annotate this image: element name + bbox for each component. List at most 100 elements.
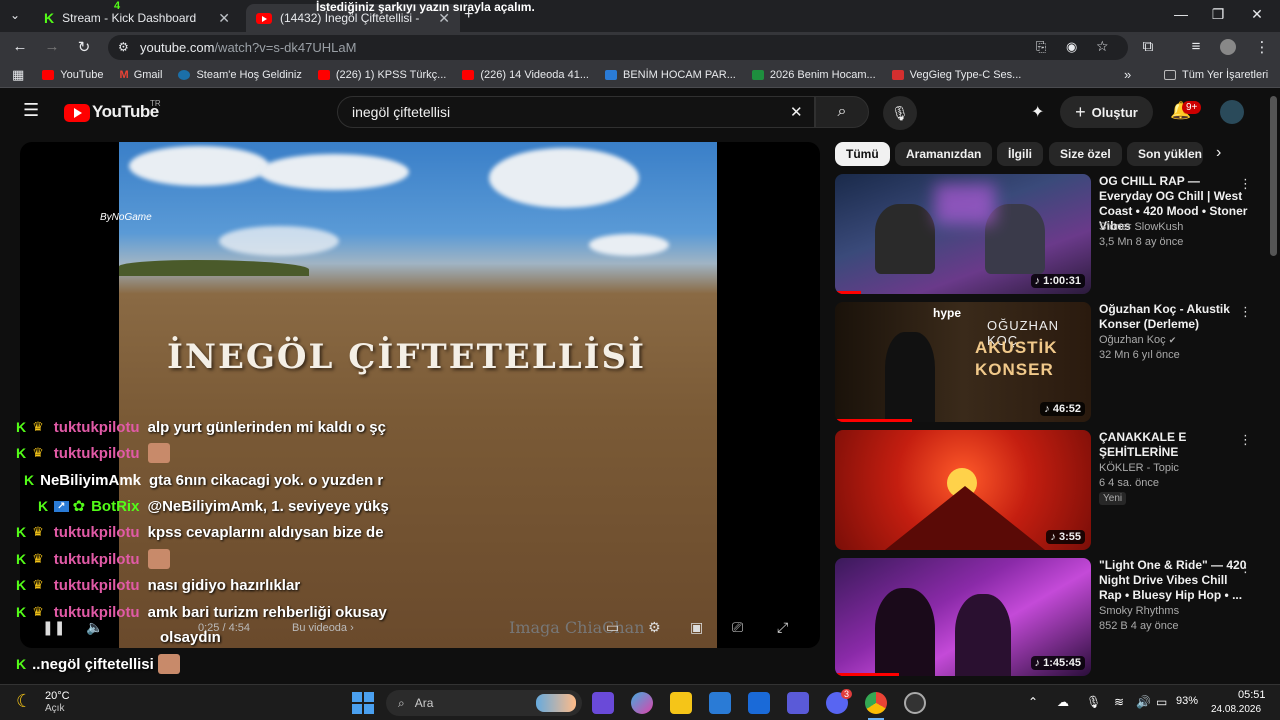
- fullscreen-icon[interactable]: ⤢: [777, 619, 788, 636]
- chip-all[interactable]: Tümü: [835, 142, 890, 166]
- recommendation-card[interactable]: ♪ 3:55 ÇANAKKALE E ŞEHİTLERİNE KÖKLER - …: [835, 430, 1255, 552]
- bookmark-2026[interactable]: 2026 Benim Hocam...: [751, 69, 876, 81]
- chat-username: NeBiliyimAmk: [40, 471, 141, 489]
- volume-icon[interactable]: 🔈: [86, 619, 103, 636]
- more-actions-icon[interactable]: ⋮: [1239, 176, 1252, 192]
- forward-icon[interactable]: →: [42, 38, 62, 55]
- tab-kick-dashboard[interactable]: K Stream - Kick Dashboard ✕: [34, 4, 240, 32]
- search-input[interactable]: inegöl çiftetellisi ✕: [337, 96, 815, 128]
- restore-icon[interactable]: ❐: [1203, 6, 1233, 23]
- cloud-icon[interactable]: ☁: [1057, 695, 1069, 709]
- pause-icon[interactable]: ❚❚: [42, 619, 65, 636]
- menu-icon[interactable]: ⋮: [1252, 38, 1272, 56]
- chat-text: ..negöl çiftetellisi: [32, 655, 154, 673]
- profile-avatar[interactable]: [1220, 39, 1236, 55]
- media-controls-icon[interactable]: ≡: [1186, 38, 1206, 55]
- create-button[interactable]: + Oluştur: [1060, 96, 1153, 128]
- video-thumbnail[interactable]: hype OĞUZHAN KOÇ AKUSTİK KONSER ♪ 46:52: [835, 302, 1091, 422]
- speaker-icon[interactable]: 🔊: [1136, 695, 1151, 709]
- chip-recently-uploaded[interactable]: Son yüklen: [1127, 142, 1203, 166]
- search-button[interactable]: ⌕: [815, 96, 869, 128]
- cast-icon[interactable]: ⎚: [732, 619, 743, 636]
- bookmark-star-icon[interactable]: ☆: [1096, 38, 1109, 55]
- reload-icon[interactable]: ↻: [74, 38, 94, 56]
- more-actions-icon[interactable]: ⋮: [1239, 432, 1252, 448]
- install-app-icon[interactable]: ⎘: [1036, 39, 1046, 55]
- task-view-icon[interactable]: [592, 692, 614, 714]
- settings-gear-icon[interactable]: ⚙: [648, 619, 661, 636]
- back-icon[interactable]: ←: [10, 38, 30, 55]
- chapter-button[interactable]: Bu videoda ›: [292, 622, 354, 634]
- more-actions-icon[interactable]: ⋮: [1239, 560, 1252, 576]
- chips-next-chevron-icon[interactable]: ›: [1216, 144, 1221, 162]
- bookmark-steam[interactable]: Steam'e Hoş Geldiniz: [178, 69, 302, 81]
- recommendation-card[interactable]: ♪ 1:45:45 "Light One & Ride" — 420 Night…: [835, 558, 1255, 676]
- chrome-icon[interactable]: [865, 692, 887, 714]
- chip-related[interactable]: İlgili: [997, 142, 1043, 166]
- video-thumbnail[interactable]: ♪ 1:45:45: [835, 558, 1091, 676]
- bot-badge-icon: ↗: [54, 500, 69, 512]
- youtube-logo-icon[interactable]: [64, 104, 90, 122]
- subtitles-icon[interactable]: ▭: [606, 619, 619, 636]
- video-title[interactable]: ÇANAKKALE E ŞEHİTLERİNE: [1099, 430, 1251, 460]
- clear-search-icon[interactable]: ✕: [790, 103, 803, 121]
- chip-for-you[interactable]: Size özel: [1049, 142, 1122, 166]
- address-bar[interactable]: ⚙ youtube.com/watch?v=s-dk47UHLaM ⎘ ◉ ☆: [108, 35, 1128, 60]
- recommendation-card[interactable]: hype OĞUZHAN KOÇ AKUSTİK KONSER ♪ 46:52 …: [835, 302, 1255, 424]
- microsoft-store-icon[interactable]: [709, 692, 731, 714]
- channel-name[interactable]: Oğuzhan Koç ✔: [1099, 334, 1176, 346]
- music-note-icon: ♪: [1050, 531, 1056, 543]
- page-scrollbar[interactable]: [1270, 96, 1277, 256]
- channel-name[interactable]: KÖKLER - Topic: [1099, 462, 1179, 474]
- video-title[interactable]: "Light One & Ride" — 420 Night Drive Vib…: [1099, 558, 1251, 603]
- more-actions-icon[interactable]: ⋮: [1239, 304, 1252, 320]
- bookmark-label: (226) 1) KPSS Türkç...: [335, 68, 447, 81]
- bookmark-benim-hocam[interactable]: BENİM HOCAM PAR...: [605, 69, 736, 81]
- extensions-icon[interactable]: ⧉: [1138, 38, 1158, 55]
- gamepad-icon[interactable]: ✦: [1031, 102, 1044, 122]
- bookmark-gmail[interactable]: M Gmail: [120, 69, 163, 81]
- clock-date[interactable]: 24.08.2026: [1211, 704, 1261, 715]
- copilot-icon[interactable]: [631, 692, 653, 714]
- site-info-icon[interactable]: ⚙: [118, 40, 129, 54]
- tab-search-icon[interactable]: ⌄: [10, 8, 20, 22]
- bookmark-kpss-2[interactable]: (226) 14 Videoda 41...: [462, 69, 589, 81]
- outlook-icon[interactable]: [748, 692, 770, 714]
- file-explorer-icon[interactable]: [670, 692, 692, 714]
- new-tab-button[interactable]: +: [464, 6, 473, 24]
- bookmark-vegieg[interactable]: VegGieg Type-C Ses...: [891, 69, 1021, 81]
- channel-name[interactable]: Stoner SlowKush: [1099, 221, 1183, 233]
- bookmark-kpss-1[interactable]: (226) 1) KPSS Türkç...: [317, 68, 447, 81]
- video-thumbnail[interactable]: ♪ 3:55: [835, 430, 1091, 550]
- hamburger-menu-icon[interactable]: ☰: [23, 100, 39, 121]
- video-thumbnail[interactable]: ♪ 1:00:31: [835, 174, 1091, 294]
- obs-icon[interactable]: [904, 692, 926, 714]
- minimize-icon[interactable]: —: [1166, 6, 1196, 22]
- close-tab-icon[interactable]: ✕: [218, 10, 230, 27]
- tray-overflow-icon[interactable]: ⌃: [1028, 695, 1038, 709]
- chip-from-search[interactable]: Aramanızdan: [895, 142, 993, 166]
- weather-moon-icon[interactable]: ☾: [16, 691, 32, 712]
- taskbar-search[interactable]: ⌕ Ara: [386, 690, 582, 716]
- voice-search-button[interactable]: 🎙: [883, 96, 917, 130]
- clock-time[interactable]: 05:51: [1238, 689, 1266, 701]
- bookmarks-overflow[interactable]: »: [1124, 67, 1131, 82]
- microphone-tray-icon[interactable]: 🎙: [1086, 695, 1101, 709]
- video-title[interactable]: Oğuzhan Koç - Akustik Konser (Derleme): [1099, 302, 1251, 332]
- miniplayer-icon[interactable]: ▣: [690, 619, 703, 636]
- cloud: [259, 154, 409, 190]
- video-duration: ♪ 1:45:45: [1030, 656, 1085, 670]
- all-bookmarks[interactable]: Tüm Yer İşaretleri: [1164, 69, 1268, 81]
- channel-name[interactable]: Smoky Rhythms: [1099, 605, 1179, 617]
- close-window-icon[interactable]: ✕: [1242, 6, 1272, 23]
- windows-start-icon[interactable]: [352, 692, 374, 714]
- battery-icon[interactable]: ▭: [1156, 695, 1167, 709]
- account-avatar[interactable]: [1220, 100, 1244, 124]
- youtube-logo-text[interactable]: YouTube: [92, 102, 159, 122]
- eye-slash-icon[interactable]: ◉: [1066, 39, 1077, 55]
- wifi-icon[interactable]: ≋: [1114, 695, 1124, 709]
- bookmark-youtube[interactable]: YouTube: [42, 69, 104, 81]
- recommendation-card[interactable]: ♪ 1:00:31 OG CHILL RAP — Everyday OG Chi…: [835, 174, 1255, 296]
- teams-icon[interactable]: [787, 692, 809, 714]
- apps-grid-icon[interactable]: ▦: [12, 67, 24, 83]
